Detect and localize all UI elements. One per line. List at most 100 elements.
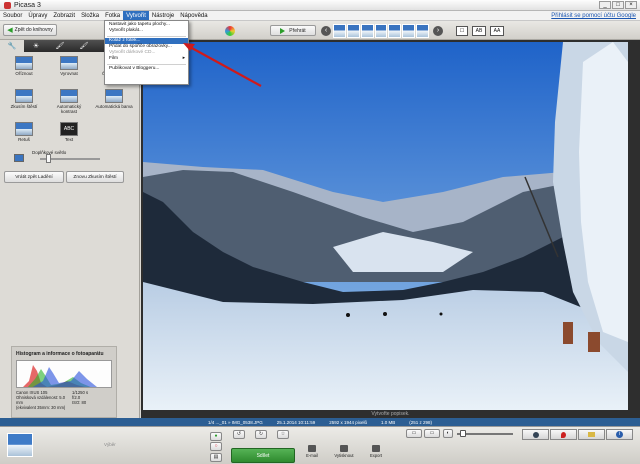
edit-panel: 🔧 ☀ 🖌 🖌 🖌 Oříznout Vyrovnat Červené oči … [0, 40, 140, 418]
filmstrip-thumbnail[interactable] [360, 24, 374, 38]
close-button[interactable]: × [625, 1, 637, 9]
histogram-plot [23, 365, 97, 387]
menu-edit[interactable]: Úpravy [25, 11, 50, 21]
ski-slope-photo[interactable] [143, 42, 628, 410]
tab-tuning[interactable]: ☀ [24, 40, 48, 52]
histogram-title: Histogram a informace o fotoaparátu [16, 351, 104, 357]
fit-icon[interactable]: ▭ [424, 429, 440, 438]
email-button[interactable]: E-mail [300, 445, 324, 458]
straighten-icon [60, 56, 78, 70]
create-menu-item-label: Vytvořit plakát... [109, 28, 143, 34]
menu-bar: Soubor Úpravy Zobrazit Složka Fotka Vytv… [0, 10, 640, 21]
print-button[interactable]: Vytisknout [332, 445, 356, 458]
view-single-button[interactable]: ☐ [456, 26, 468, 36]
color-wheel-icon[interactable] [225, 26, 235, 36]
undo-button[interactable]: Vrátit zpět Ladění [4, 171, 64, 183]
back-to-library-button[interactable]: ◀ Zpět do knihovny [3, 24, 57, 36]
print-icon [340, 445, 348, 452]
fill-light-icon [14, 154, 24, 162]
filmstrip-thumbnail[interactable] [346, 24, 360, 38]
submenu-arrow-icon: ▸ [182, 56, 185, 62]
menu-help[interactable]: Nápověda [177, 11, 210, 21]
status-date: 25.1.2014 10:11:59 [276, 419, 316, 425]
previous-photo-icon[interactable]: ‹ [321, 26, 331, 36]
redo-button[interactable]: Znovu Zkusím štěstí [66, 171, 124, 183]
tags-icon[interactable] [578, 429, 605, 440]
create-menu-item[interactable]: Publikovat v Bloggeru... [105, 66, 188, 72]
filmstrip[interactable] [333, 24, 430, 38]
auto-color-icon [105, 89, 123, 103]
menu-tools[interactable]: Nástroje [149, 11, 177, 21]
zoom-icon[interactable]: ◐ [443, 429, 453, 438]
tab-effects-2[interactable]: 🖌 [72, 40, 96, 52]
status-bar: 1/4 ..._01 » IMG_0538.JPG 25.1.2014 10:1… [0, 418, 640, 426]
google-sign-in-link[interactable]: Přihlásit se pomocí účtu Google [551, 11, 636, 21]
filmstrip-thumbnail[interactable] [388, 24, 402, 38]
menu-folder[interactable]: Složka [78, 11, 102, 21]
toolbar: ◀ Zpět do knihovny Přehrát ‹ › ☐ AB AA [0, 21, 640, 40]
tab-effects-1[interactable]: 🖌 [48, 40, 72, 52]
create-menu-item-label: Koláž z fotek... [109, 37, 141, 43]
menu-picture[interactable]: Fotka [102, 11, 123, 21]
straighten-tool[interactable]: Vyrovnat [49, 56, 89, 86]
camera-info: Canon IXUS 105 1/1250 s Ohnisková vzdálen… [16, 390, 114, 410]
create-menu-item[interactable]: Vytvořit plakát... [105, 28, 188, 34]
text-tool[interactable]: ABC Text [49, 122, 89, 152]
text-icon: ABC [60, 122, 78, 136]
hold-icon[interactable]: ● [210, 432, 222, 441]
star-icon[interactable]: ☆ [277, 430, 289, 439]
menu-separator [107, 63, 186, 65]
slideshow-play-button[interactable]: Přehrát [270, 25, 316, 36]
people-icon[interactable] [522, 429, 549, 440]
minimize-button[interactable]: _ [599, 1, 611, 9]
view-side-by-side-button[interactable]: AA [490, 26, 504, 36]
rotate-right-icon[interactable]: ↻ [255, 430, 267, 439]
fill-light-handle[interactable] [45, 154, 51, 163]
menu-create[interactable]: Vytvořit [123, 10, 149, 21]
menu-file[interactable]: Soubor [0, 11, 25, 21]
tab-basic-fixes[interactable]: 🔧 [0, 40, 24, 52]
filmstrip-thumbnail[interactable] [416, 24, 430, 38]
create-menu-item-label: Nastavit jako tapetu plochy... [109, 22, 170, 27]
crop-tool[interactable]: Oříznout [4, 56, 44, 86]
menu-view[interactable]: Zobrazit [50, 11, 78, 21]
view-compare-button[interactable]: AB [472, 26, 486, 36]
filmstrip-thumbnail[interactable] [333, 24, 346, 38]
tray-thumbnail[interactable] [7, 433, 33, 457]
play-label: Přehrát [289, 27, 306, 34]
feeling-lucky-tool[interactable]: Zkusím štěstí [4, 89, 44, 119]
auto-contrast-tool[interactable]: Automatický kontrast [49, 89, 89, 119]
side-panel-toggles: i [522, 429, 633, 440]
title-bar: Picasa 3 _ □ × [0, 0, 640, 11]
share-button[interactable]: Sdílet [231, 448, 295, 463]
photo-caption[interactable]: Vytvořte popisek. [141, 410, 640, 418]
filmstrip-thumbnail[interactable] [402, 24, 416, 38]
export-button[interactable]: Export [364, 445, 388, 458]
info-icon[interactable]: i [606, 429, 633, 440]
crop-icon [15, 56, 33, 70]
picasa-window: Picasa 3 _ □ × Soubor Úpravy Zobrazit Sl… [0, 0, 640, 464]
photo-image [143, 42, 628, 410]
retouch-tool[interactable]: Retuš [4, 122, 44, 152]
histogram-graph [16, 360, 112, 388]
auto-color-tool[interactable]: Automatická barva [94, 89, 134, 119]
feeling-lucky-icon [15, 89, 33, 103]
histogram-panel: Histogram a informace o fotoaparátu Cano… [11, 346, 117, 418]
create-menu-item-label: Přidat do spořiče obrazovky... [109, 43, 172, 49]
back-to-library-label: Zpět do knihovny [14, 27, 53, 33]
play-icon [280, 27, 286, 34]
places-icon[interactable] [550, 429, 577, 440]
rotate-left-icon[interactable]: ↺ [233, 430, 245, 439]
zoom-slider-handle[interactable] [459, 430, 466, 437]
maximize-button[interactable]: □ [612, 1, 624, 9]
view-mode-icon[interactable]: ▭ [406, 429, 422, 438]
filmstrip-thumbnail[interactable] [374, 24, 388, 38]
fill-light-slider[interactable]: Doplňkové světlo [14, 150, 114, 164]
create-menu-item[interactable]: Film ▸ [105, 56, 188, 62]
next-photo-icon[interactable]: › [433, 26, 443, 36]
menu-separator [107, 35, 186, 37]
status-filename: 1/4 ..._01 » IMG_0538.JPG [207, 419, 263, 425]
clear-icon[interactable]: ○ [210, 442, 222, 451]
album-icon[interactable]: ▤ [210, 453, 222, 462]
create-menu-item-label: Publikovat v Bloggeru... [109, 65, 160, 71]
